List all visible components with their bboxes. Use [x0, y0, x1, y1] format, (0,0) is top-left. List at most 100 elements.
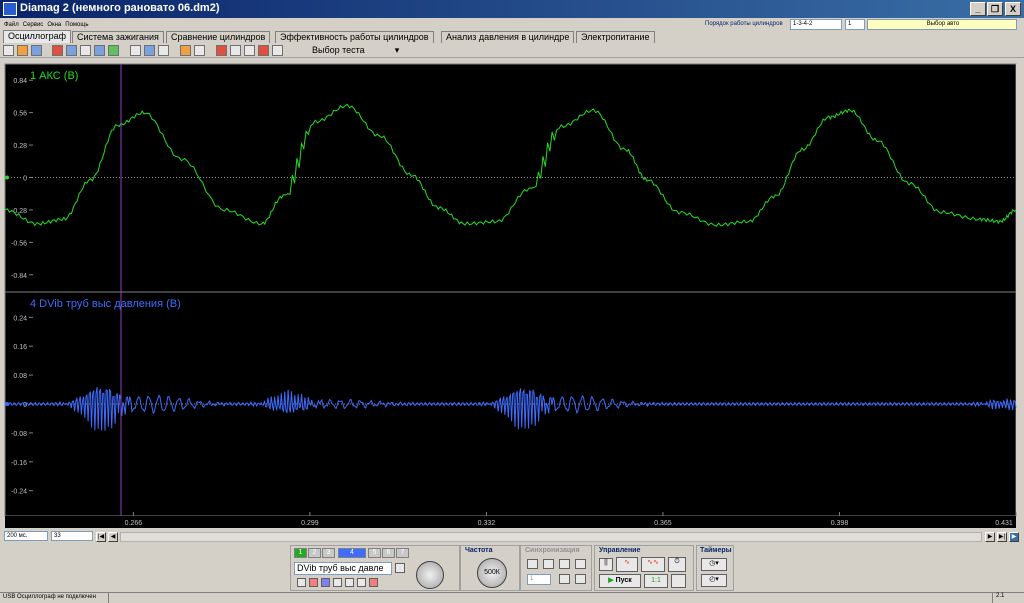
x-tick-label: 0.266 [125, 520, 143, 527]
chart-icon[interactable] [309, 578, 318, 587]
oscilloscope-plot: 1 АКС (В)0.840.560.280-0.28-0.56-0.844 D… [4, 63, 1024, 528]
new-icon[interactable] [3, 45, 14, 56]
channel-button-6[interactable]: 6 [382, 548, 395, 558]
frequency-panel: Частота 500К [460, 545, 520, 591]
ratio-button[interactable]: 1:1 [644, 574, 668, 588]
marker-icon[interactable] [108, 45, 119, 56]
menu-service[interactable]: Сервис [23, 22, 44, 28]
channel-marker-1 [5, 175, 9, 180]
zoom-icon[interactable] [94, 45, 105, 56]
auto-icon[interactable] [671, 574, 686, 588]
scale-icon[interactable] [158, 45, 169, 56]
move-icon[interactable] [321, 578, 330, 587]
channel-label-1: 1 АКС (В) [30, 70, 78, 82]
scroll-next-icon[interactable]: ▶ [985, 532, 995, 542]
control-title: Управление [599, 547, 641, 554]
table-icon[interactable] [230, 45, 241, 56]
minimize-button[interactable]: _ [970, 2, 986, 16]
sync-fall-icon[interactable] [543, 559, 554, 569]
auto-select[interactable]: Выбор авто [867, 19, 1017, 30]
sync-pulse-icon[interactable] [559, 559, 570, 569]
frequency-knob[interactable]: 500К [477, 558, 507, 588]
divide-icon[interactable] [244, 45, 255, 56]
scale-settings-icon[interactable] [395, 563, 405, 573]
menu-windows[interactable]: Окна [47, 22, 61, 28]
channel-button-4[interactable]: 4 [338, 548, 366, 558]
timer-icon[interactable]: ⏱ [668, 557, 686, 572]
flag-icon[interactable] [258, 45, 269, 56]
start-label: Пуск [615, 577, 632, 584]
voltage-knob[interactable] [416, 561, 444, 589]
menu-help[interactable]: Помощь [65, 22, 88, 28]
tab-pressure[interactable]: Анализ давления в цилиндре [441, 31, 575, 43]
tab-oscilloscope[interactable]: Осциллограф [3, 30, 71, 43]
sigma-icon[interactable] [194, 45, 205, 56]
channel-select[interactable]: DVib труб выс давле [294, 562, 392, 575]
sync-auto-icon[interactable] [575, 559, 586, 569]
menu-file[interactable]: Файл [4, 22, 19, 28]
channel-button-1[interactable]: 1 [294, 548, 307, 558]
hand-icon[interactable] [80, 45, 91, 56]
close-button[interactable]: X [1005, 2, 1021, 16]
page-icon[interactable] [272, 45, 283, 56]
x-tick-label: 0.431 [995, 520, 1013, 527]
open-icon[interactable] [17, 45, 28, 56]
y-tick-label: 0.08 [13, 373, 27, 380]
person-icon[interactable] [180, 45, 191, 56]
tools-icon[interactable] [357, 578, 366, 587]
pause-icon[interactable]: || [599, 558, 613, 571]
sync-arrows-icon[interactable] [575, 574, 586, 584]
y-tick-label: 0.84 [13, 78, 27, 85]
invert-icon[interactable] [297, 578, 306, 587]
channel-button-2[interactable]: 2 [308, 548, 321, 558]
y-tick-label: -0.56 [11, 240, 27, 247]
flag-red-icon[interactable] [216, 45, 227, 56]
cyl-num-select[interactable]: 1 [845, 19, 865, 30]
timer-clock-icon[interactable]: ◷▾ [701, 558, 727, 571]
scroll-prev-icon[interactable]: ◀ [108, 532, 118, 542]
filter-icon[interactable] [144, 45, 155, 56]
plot-background [4, 63, 1017, 517]
save-icon[interactable] [31, 45, 42, 56]
play-icon[interactable]: ▶ [1009, 532, 1019, 542]
channel-button-5[interactable]: 5 [368, 548, 381, 558]
sine-icon[interactable]: ∿ [616, 557, 638, 572]
channel-button-3[interactable]: 3 [322, 548, 335, 558]
oscilloscope-area: 1 АКС (В) 0.84 0.56 0.28 0 -0.28 -0.56 -0.84 4 D… [0, 58, 1024, 533]
tab-strip: Осциллограф Система зажигания Сравнение … [0, 30, 1024, 43]
scroll-last-icon[interactable]: ▶| [997, 532, 1007, 542]
maximize-button[interactable]: ❐ [987, 2, 1003, 16]
y-tick-label: -0.24 [11, 489, 27, 496]
cursor-icon[interactable] [66, 45, 77, 56]
timebase-select[interactable]: 200 мс. [4, 531, 48, 541]
lines-icon[interactable] [333, 578, 342, 587]
y-tick-label: -0.84 [11, 273, 27, 280]
measure-icon[interactable] [130, 45, 141, 56]
x-tick-label: 0.398 [831, 520, 849, 527]
horizontal-scrollbar[interactable] [120, 532, 982, 542]
y-tick-label: 0.24 [13, 315, 27, 322]
sync-rise-icon[interactable] [527, 559, 538, 569]
frequency-title: Частота [465, 547, 493, 554]
window-title: Diamag 2 (немного рановато 06.dm2) [20, 2, 220, 14]
test-select[interactable]: Выбор теста ▾ [312, 44, 399, 57]
start-button[interactable]: ▶ Пуск [599, 574, 641, 588]
cyl-order-select[interactable]: 1-3-4-2 [790, 19, 842, 30]
timer-stopwatch-icon[interactable]: ◴▾ [701, 574, 727, 587]
tab-cyl-compare[interactable]: Сравнение цилиндров [166, 31, 271, 43]
delete-icon[interactable] [369, 578, 378, 587]
function-icon[interactable] [345, 578, 354, 587]
sync-select[interactable]: 1 [527, 574, 551, 585]
signal-icon[interactable]: ∿∿ [641, 557, 665, 572]
trigger-icon[interactable] [52, 45, 63, 56]
control-panel: Управление || ∿ ∿∿ ⏱ ▶ Пуск 1:1 [594, 545, 694, 591]
tab-ignition[interactable]: Система зажигания [72, 31, 164, 43]
zoom-select[interactable]: 33 [51, 531, 93, 541]
y-tick-label: -0.08 [11, 431, 27, 438]
tab-power[interactable]: Электропитание [576, 31, 655, 43]
tab-cyl-efficiency[interactable]: Эффективность работы цилиндров [275, 31, 434, 43]
scroll-first-icon[interactable]: |◀ [96, 532, 106, 542]
channel-button-7[interactable]: 7 [396, 548, 409, 558]
y-tick-label: 0.16 [13, 344, 27, 351]
sync-level-icon[interactable] [559, 574, 570, 584]
